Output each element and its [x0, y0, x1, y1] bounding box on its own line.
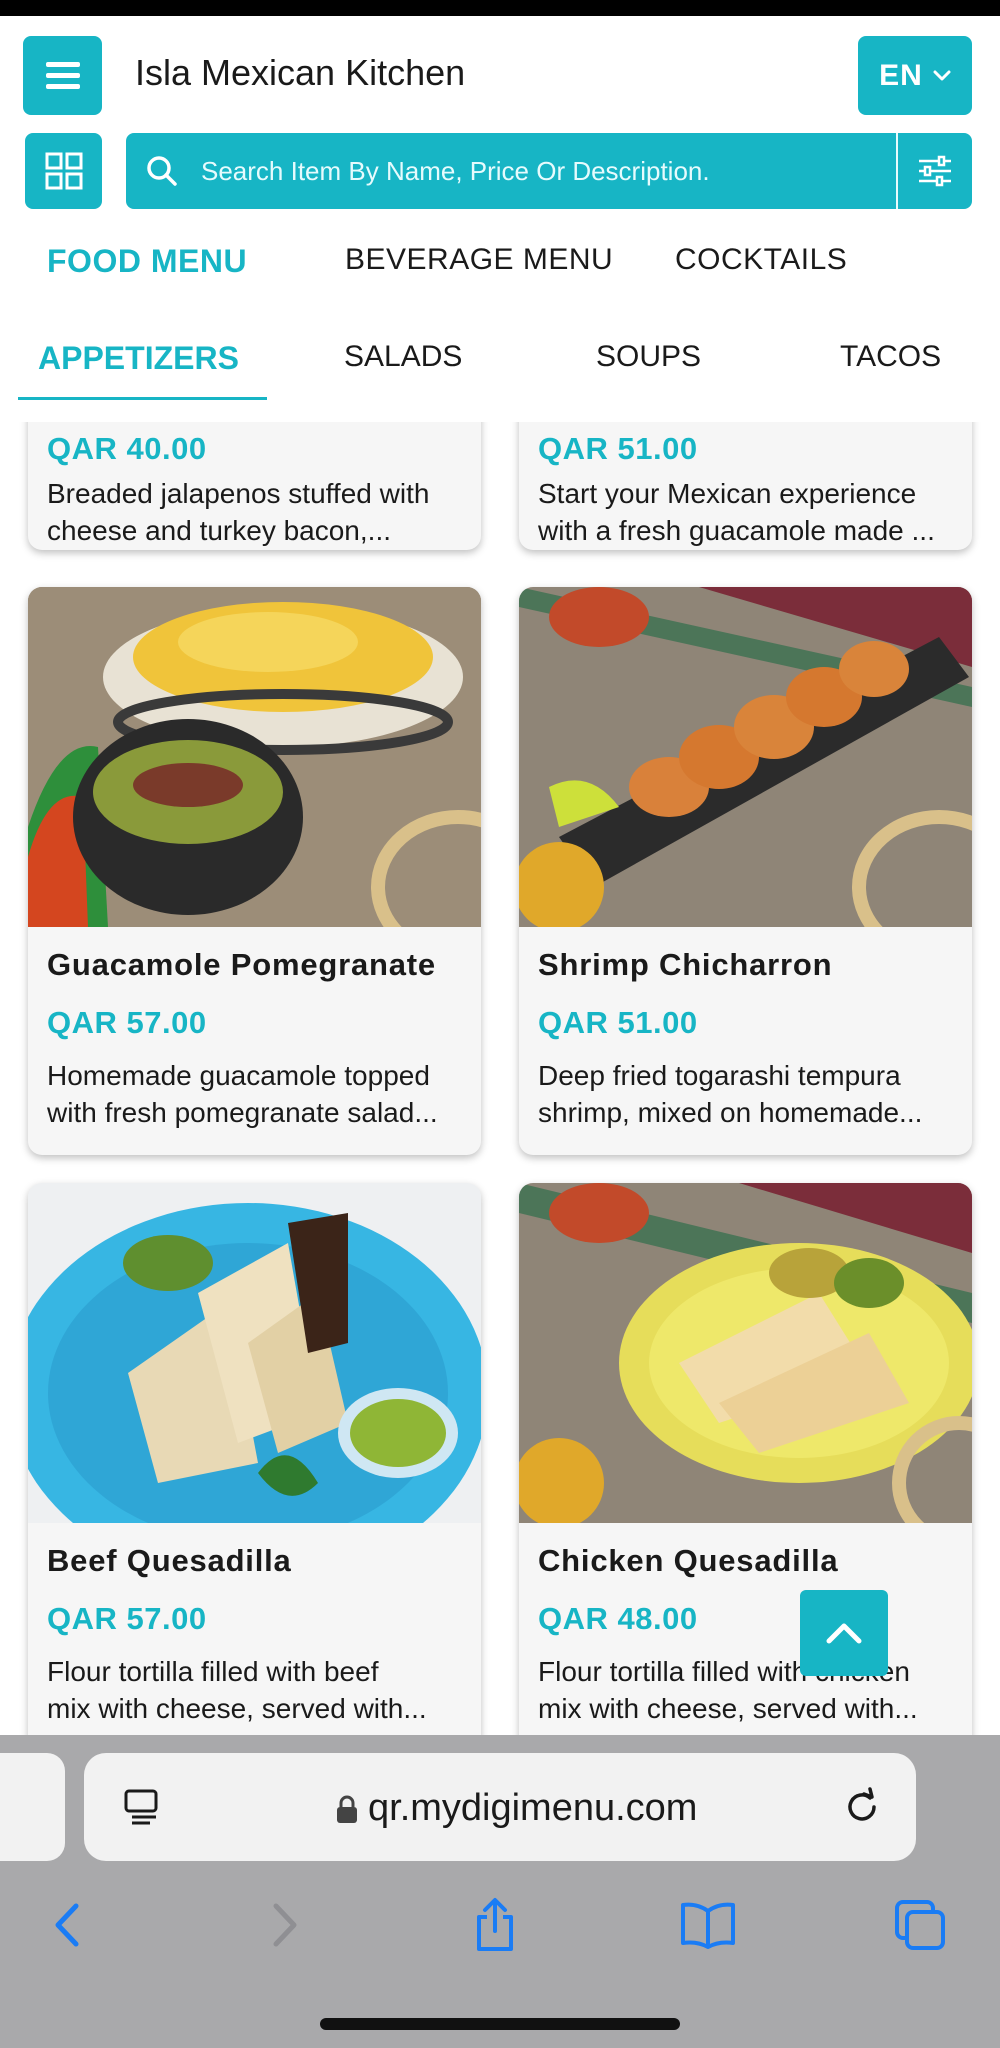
menu-item-card[interactable]: Beef Quesadilla QAR 57.00 Flour tortilla…	[28, 1183, 481, 1735]
language-label: EN	[879, 58, 923, 92]
app-header: Isla Mexican Kitchen EN	[0, 16, 1000, 126]
chicken-quesadilla-image	[519, 1183, 972, 1523]
item-name: Beef Quesadilla	[47, 1543, 292, 1578]
back-button[interactable]	[32, 1890, 102, 1960]
menu-item-card[interactable]: Guacamole Pomegranate QAR 57.00 Homemade…	[28, 587, 481, 1155]
bookmarks-button[interactable]	[673, 1890, 743, 1960]
active-tab-indicator	[18, 397, 267, 400]
tab-salads[interactable]: SALADS	[344, 340, 462, 374]
menu-item-card[interactable]: Shrimp Chicharron QAR 51.00 Deep fried t…	[519, 587, 972, 1155]
item-name: Shrimp Chicharron	[538, 947, 833, 982]
sliders-icon	[919, 155, 951, 187]
item-description: Flour tortilla filled with chicken mix wi…	[538, 1656, 918, 1724]
item-description: Homemade guacamole topped with fresh pome…	[47, 1060, 438, 1128]
tab-cocktails[interactable]: COCKTAILS	[675, 243, 847, 277]
item-price: QAR 57.00	[47, 1601, 207, 1636]
item-price: QAR 51.00	[538, 1005, 698, 1040]
beef-quesadilla-image	[28, 1183, 481, 1523]
menu-items-grid: QAR 40.00 Breaded jalapenos stuffed with…	[0, 422, 1000, 1735]
reload-icon[interactable]	[840, 1785, 884, 1829]
filter-button[interactable]	[898, 133, 972, 209]
status-bar	[0, 0, 1000, 16]
reader-icon[interactable]	[122, 1787, 162, 1827]
share-button[interactable]	[460, 1890, 530, 1960]
item-price: QAR 51.00	[538, 431, 698, 466]
browser-toolbar	[0, 1890, 1000, 1970]
chevron-left-icon	[55, 1903, 79, 1947]
chevron-right-icon	[273, 1903, 297, 1947]
tab-tacos[interactable]: TACOS	[840, 340, 941, 374]
menu-item-card[interactable]: QAR 51.00 Start your Mexican experience w…	[519, 422, 972, 550]
home-indicator	[320, 2018, 680, 2030]
scroll-to-top-button[interactable]	[800, 1590, 888, 1676]
url-text: qr.mydigimenu.com	[368, 1787, 698, 1829]
grid-icon	[45, 152, 82, 190]
book-icon	[681, 1902, 735, 1949]
search-bar	[126, 133, 972, 209]
hamburger-menu-button[interactable]	[23, 36, 102, 115]
search-input[interactable]	[201, 133, 881, 209]
guacamole-image	[28, 587, 481, 927]
item-name: Chicken Quesadilla	[538, 1543, 839, 1578]
item-price: QAR 40.00	[47, 431, 207, 466]
shrimp-image	[519, 587, 972, 927]
hamburger-icon	[45, 59, 80, 92]
url-display: qr.mydigimenu.com	[336, 1787, 697, 1830]
restaurant-title: Isla Mexican Kitchen	[135, 52, 466, 93]
browser-chrome: qr.mydigimenu.com	[0, 1735, 1000, 2048]
lock-icon	[337, 1795, 357, 1823]
tab-beverage-menu[interactable]: BEVERAGE MENU	[345, 243, 613, 277]
tab-appetizers[interactable]: APPETIZERS	[38, 340, 239, 377]
menu-tabs: FOOD MENU BEVERAGE MENU COCKTAILS	[0, 225, 1000, 305]
item-description: Deep fried togarashi tempura shrimp, mixe…	[538, 1060, 923, 1128]
item-description: Flour tortilla filled with beef mix with …	[47, 1656, 427, 1724]
chevron-down-icon	[933, 70, 951, 80]
item-price: QAR 57.00	[47, 1005, 207, 1040]
item-name: Guacamole Pomegranate	[47, 947, 436, 982]
tabs-button[interactable]	[885, 1890, 955, 1960]
item-description: Breaded jalapenos stuffed with cheese and…	[47, 478, 430, 546]
previous-tab-peek[interactable]	[0, 1753, 65, 1861]
language-selector[interactable]: EN	[858, 36, 972, 115]
search-icon	[147, 156, 177, 186]
tab-soups[interactable]: SOUPS	[596, 340, 701, 374]
menu-item-card[interactable]: QAR 40.00 Breaded jalapenos stuffed with…	[28, 422, 481, 550]
share-icon	[477, 1898, 513, 1951]
item-description: Start your Mexican experience with a fres…	[538, 478, 935, 546]
chevron-up-icon	[826, 1623, 862, 1644]
forward-button[interactable]	[250, 1890, 320, 1960]
tabs-icon	[895, 1900, 945, 1950]
category-tabs: APPETIZERS SALADS SOUPS TACOS	[0, 322, 1000, 402]
tab-food-menu[interactable]: FOOD MENU	[47, 243, 247, 280]
menu-item-card[interactable]: Chicken Quesadilla QAR 48.00 Flour torti…	[519, 1183, 972, 1735]
item-price: QAR 48.00	[538, 1601, 698, 1636]
address-bar[interactable]: qr.mydigimenu.com	[84, 1753, 916, 1861]
grid-view-button[interactable]	[25, 133, 102, 209]
